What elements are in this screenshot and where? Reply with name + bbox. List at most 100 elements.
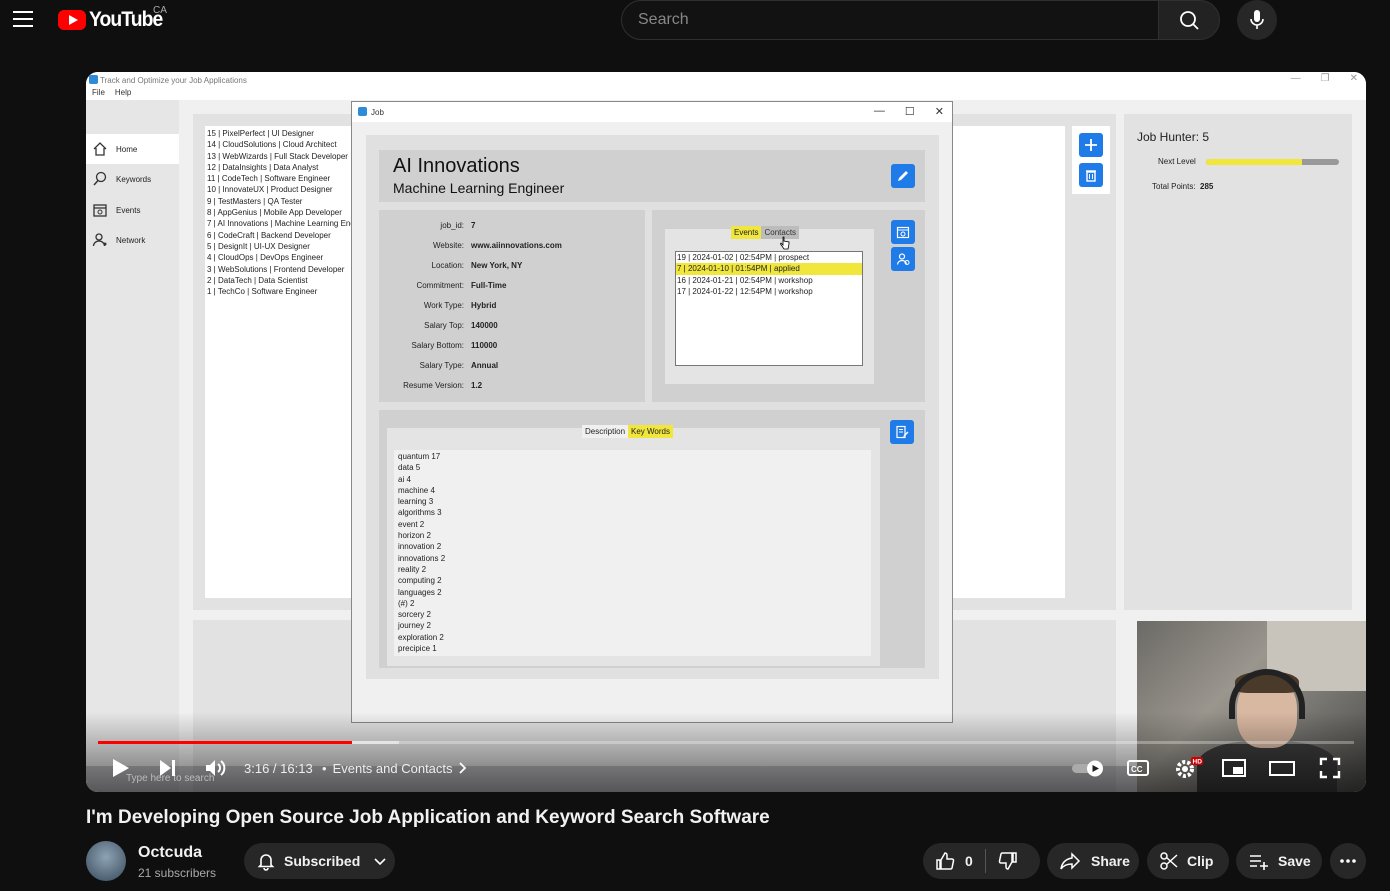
add-event-button[interactable]	[891, 220, 915, 244]
maximize-icon[interactable]: ❐	[1321, 73, 1330, 84]
list-item: event 2	[398, 519, 425, 529]
document-edit-icon	[896, 425, 909, 439]
app-titlebar: Track and Optimize your Job Applications…	[86, 72, 1366, 88]
svg-text:CC: CC	[1131, 765, 1143, 774]
youtube-header: YouTube CA	[0, 0, 1390, 40]
tab-description[interactable]: Description	[582, 425, 629, 438]
delete-job-button[interactable]	[1079, 163, 1103, 187]
sidebar-item-network[interactable]: Network	[92, 230, 145, 250]
list-item[interactable]: 17 | 2024-01-22 | 12:54PM | workshop	[676, 286, 862, 297]
volume-button[interactable]	[203, 754, 229, 782]
sidebar-item-home[interactable]: Home	[92, 139, 137, 159]
detail-row: Work Type: Hybrid	[423, 301, 497, 310]
chapter-title[interactable]: • Events and Contacts	[322, 754, 469, 782]
app-menubar: File Help	[86, 88, 1366, 100]
job-actions	[1072, 126, 1110, 194]
list-item[interactable]: 7 | AI Innovations | Machine Learning En…	[207, 218, 355, 229]
tab-events[interactable]: Events	[731, 226, 762, 239]
list-item[interactable]: 6 | CodeCraft | Backend Developer	[207, 230, 353, 241]
clip-button[interactable]: Clip	[1147, 843, 1229, 879]
avatar[interactable]	[86, 841, 126, 881]
description-card: Description Key Words quantum 17 data 5 …	[379, 410, 925, 668]
fullscreen-button[interactable]	[1318, 754, 1342, 782]
like-button[interactable]: 0	[935, 851, 973, 871]
list-item[interactable]: 3 | WebSolutions | Frontend Developer	[207, 264, 353, 275]
list-item[interactable]: 4 | CloudOps | DevOps Engineer	[207, 252, 353, 263]
minimize-icon[interactable]: —	[874, 105, 885, 118]
minimize-icon[interactable]: —	[1291, 73, 1301, 84]
fullscreen-icon	[1319, 757, 1341, 779]
video-player[interactable]: Track and Optimize your Job Applications…	[86, 72, 1366, 792]
search-input[interactable]	[622, 1, 1158, 39]
dislike-button[interactable]	[998, 851, 1018, 871]
detail-row: job_id: 7	[440, 221, 476, 230]
job-header-card: AI Innovations Machine Learning Engineer	[379, 150, 925, 202]
progress-bar[interactable]	[98, 741, 1354, 744]
menu-icon[interactable]	[13, 11, 33, 27]
sidebar-item-label: Home	[116, 144, 138, 154]
list-item[interactable]: 2 | DataTech | Data Scientist	[207, 275, 353, 286]
next-button[interactable]	[157, 754, 179, 782]
list-item[interactable]: 15 | PixelPerfect | UI Designer	[207, 128, 353, 139]
list-item[interactable]: 9 | TestMasters | QA Tester	[207, 196, 353, 207]
close-icon[interactable]: ✕	[935, 105, 944, 118]
add-job-button[interactable]	[1079, 133, 1103, 157]
miniplayer-button[interactable]	[1221, 754, 1247, 782]
subscribed-button[interactable]: Subscribed	[244, 843, 395, 879]
edit-job-button[interactable]	[891, 164, 915, 188]
more-actions-button[interactable]	[1330, 843, 1366, 879]
voice-search-button[interactable]	[1237, 0, 1277, 40]
app-sidebar: Home Keywords Events Network	[86, 100, 179, 792]
list-item: quantum 17	[398, 452, 441, 461]
dialog-body: AI Innovations Machine Learning Engineer…	[366, 135, 939, 679]
list-item[interactable]: 19 | 2024-01-02 | 02:54PM | prospect	[676, 252, 862, 263]
channel-name[interactable]: Octcuda	[138, 844, 202, 862]
list-item[interactable]: 1 | TechCo | Software Engineer	[207, 286, 353, 297]
events-panel: Events Contacts 19 | 2024-01-02 | 02:54P…	[665, 226, 874, 384]
list-item: languages 2	[398, 587, 442, 597]
maximize-icon[interactable]: ☐	[905, 105, 915, 118]
job-list[interactable]: 15 | PixelPerfect | UI Designer 14 | Clo…	[205, 126, 355, 598]
menu-help[interactable]: Help	[115, 88, 131, 97]
list-item: reality 2	[398, 564, 427, 574]
playlist-add-icon	[1250, 855, 1268, 870]
sidebar-item-keywords[interactable]: Keywords	[92, 169, 151, 189]
save-button[interactable]: Save	[1236, 843, 1322, 879]
tab-key-words[interactable]: Key Words	[628, 425, 673, 438]
scissors-icon	[1160, 852, 1178, 870]
like-dislike-group: 0	[923, 843, 1040, 879]
list-item: exploration 2	[398, 632, 444, 642]
list-item[interactable]: 12 | DataInsights | Data Analyst	[207, 162, 353, 173]
play-button[interactable]	[110, 754, 132, 782]
settings-button[interactable]: HD	[1173, 754, 1203, 782]
sidebar-item-label: Events	[116, 205, 141, 215]
add-contact-button[interactable]	[891, 247, 915, 271]
list-item[interactable]: 11 | CodeTech | Software Engineer	[207, 173, 353, 184]
search-button[interactable]	[1158, 0, 1220, 40]
list-item[interactable]: 14 | CloudSolutions | Cloud Architect	[207, 139, 353, 150]
menu-file[interactable]: File	[92, 88, 105, 97]
theater-mode-button[interactable]	[1268, 754, 1296, 782]
list-item[interactable]: 7 | 2024-01-10 | 01:54PM | applied	[676, 263, 862, 275]
captions-button[interactable]: CC	[1126, 754, 1150, 782]
list-item[interactable]: 13 | WebWizards | Full Stack Developer	[207, 151, 353, 162]
keywords-list[interactable]: quantum 17 data 5 ai 4 machine 4 learnin…	[394, 450, 871, 656]
list-item: algorithms 3	[398, 508, 442, 518]
sidebar-item-label: Keywords	[116, 174, 152, 184]
list-item[interactable]: 8 | AppGenius | Mobile App Developer	[207, 207, 353, 218]
list-item[interactable]: 5 | DesignIt | UI-UX Designer	[207, 241, 353, 252]
list-item[interactable]: 16 | 2024-01-21 | 02:54PM | workshop	[676, 275, 862, 286]
thumbs-up-icon	[936, 852, 955, 870]
autoplay-toggle[interactable]	[1070, 754, 1108, 782]
share-button[interactable]: Share	[1047, 843, 1139, 879]
list-item: learning 3	[398, 497, 434, 507]
close-icon[interactable]: ✕	[1350, 73, 1358, 84]
list-item[interactable]: 10 | InnovateUX | Product Designer	[207, 184, 353, 195]
edit-description-button[interactable]	[890, 420, 914, 444]
sidebar-item-events[interactable]: Events	[92, 200, 140, 220]
events-list[interactable]: 19 | 2024-01-02 | 02:54PM | prospect 7 |…	[675, 251, 863, 366]
subscriber-count: 21 subscribers	[138, 866, 217, 880]
youtube-play-icon	[58, 10, 86, 30]
list-item: innovation 2	[398, 542, 442, 552]
detail-row: Resume Version: 1.2	[403, 381, 483, 390]
